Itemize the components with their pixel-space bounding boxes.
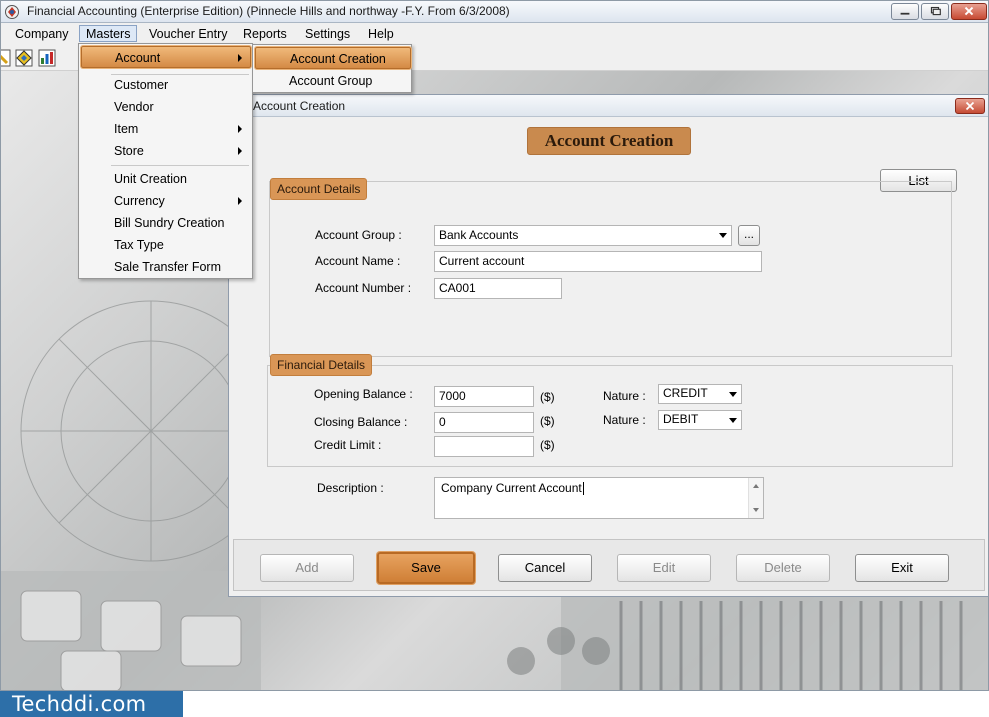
closing-balance-input[interactable]: 0 <box>434 412 534 433</box>
action-button-bar: Add Save Cancel Edit Delete Exit <box>233 539 985 591</box>
child-window-title: Account Creation <box>253 99 346 113</box>
restore-button[interactable] <box>921 3 949 20</box>
chevron-right-icon <box>238 147 242 155</box>
description-textarea[interactable]: Company Current Account <box>434 477 764 519</box>
closing-balance-unit: ($) <box>540 414 555 428</box>
menu-item-vendor[interactable]: Vendor <box>81 96 250 118</box>
account-name-label: Account Name : <box>315 254 401 268</box>
diamond-icon[interactable] <box>15 49 33 67</box>
account-number-input[interactable]: CA001 <box>434 278 562 299</box>
menu-masters[interactable]: Masters <box>79 25 138 42</box>
closing-nature-value: DEBIT <box>663 412 699 426</box>
form-heading: Account Creation <box>527 127 691 155</box>
menu-item-store[interactable]: Store <box>81 140 250 162</box>
financial-details-label: Financial Details <box>270 354 373 376</box>
minimize-button[interactable] <box>891 3 919 20</box>
description-scrollbar[interactable] <box>748 478 763 518</box>
brand-watermark: Techddi.com <box>0 691 183 717</box>
text-caret <box>582 482 584 496</box>
close-icon <box>964 6 974 16</box>
minimize-icon <box>900 12 910 15</box>
browse-account-group-button[interactable]: ... <box>738 225 760 246</box>
description-value: Company Current Account <box>441 481 582 495</box>
account-submenu: Account Creation Account Group <box>252 44 412 93</box>
closing-nature-select[interactable]: DEBIT <box>658 410 742 430</box>
account-group-value: Bank Accounts <box>439 228 519 242</box>
cancel-button[interactable]: Cancel <box>498 554 592 582</box>
menu-help[interactable]: Help <box>362 26 400 43</box>
menu-item-account-group[interactable]: Account Group <box>255 70 411 92</box>
masters-dropdown-menu: Account Customer Vendor Item Store Unit … <box>78 43 253 279</box>
scroll-up-icon <box>753 484 759 488</box>
menu-voucher-entry[interactable]: Voucher Entry <box>143 26 234 43</box>
account-details-label: Account Details <box>270 178 368 200</box>
chevron-right-icon <box>238 197 242 205</box>
save-button[interactable]: Save <box>377 552 475 584</box>
account-group-select[interactable]: Bank Accounts <box>434 225 732 246</box>
menu-item-currency-label: Currency <box>114 194 165 208</box>
credit-limit-label: Credit Limit : <box>314 438 382 452</box>
opening-balance-label: Opening Balance : <box>314 387 413 401</box>
credit-limit-input[interactable] <box>434 436 534 457</box>
chevron-down-icon <box>719 233 727 238</box>
chevron-down-icon <box>729 392 737 397</box>
opening-nature-label: Nature : <box>603 389 646 403</box>
delete-button[interactable]: Delete <box>736 554 830 582</box>
scroll-down-icon <box>753 508 759 512</box>
closing-nature-label: Nature : <box>603 413 646 427</box>
close-icon <box>965 101 975 111</box>
opening-nature-value: CREDIT <box>663 386 708 400</box>
window-title: Financial Accounting (Enterprise Edition… <box>27 4 510 18</box>
account-group-label: Account Group : <box>315 228 402 242</box>
description-label: Description : <box>317 481 384 495</box>
menu-separator <box>111 165 249 166</box>
chevron-right-icon <box>238 54 242 62</box>
menu-reports[interactable]: Reports <box>237 26 293 43</box>
menu-item-customer[interactable]: Customer <box>81 74 250 96</box>
menu-bar: Company Masters Voucher Entry Reports Se… <box>1 23 988 44</box>
menu-item-store-label: Store <box>114 144 144 158</box>
child-close-button[interactable] <box>955 98 985 114</box>
credit-limit-unit: ($) <box>540 438 555 452</box>
edit-button[interactable]: Edit <box>617 554 711 582</box>
partial-icon[interactable] <box>0 49 11 67</box>
menu-settings[interactable]: Settings <box>299 26 356 43</box>
closing-balance-label: Closing Balance : <box>314 415 408 429</box>
app-icon <box>5 5 19 19</box>
menu-item-tax-type[interactable]: Tax Type <box>81 234 250 256</box>
chevron-down-icon <box>729 418 737 423</box>
chevron-right-icon <box>238 125 242 133</box>
opening-balance-input[interactable]: 7000 <box>434 386 534 407</box>
opening-balance-unit: ($) <box>540 390 555 404</box>
account-name-input[interactable]: Current account <box>434 251 762 272</box>
chart-icon[interactable] <box>38 49 56 67</box>
account-creation-window: Account Creation Account Creation List A… <box>228 94 988 597</box>
menu-item-account-label: Account <box>115 51 161 65</box>
opening-nature-select[interactable]: CREDIT <box>658 384 742 404</box>
exit-button[interactable]: Exit <box>855 554 949 582</box>
menu-item-sale-transfer-form[interactable]: Sale Transfer Form <box>81 256 250 278</box>
close-button[interactable] <box>951 3 987 20</box>
main-window: Financial Accounting (Enterprise Edition… <box>0 0 989 691</box>
add-button[interactable]: Add <box>260 554 354 582</box>
title-bar: Financial Accounting (Enterprise Edition… <box>1 1 988 23</box>
menu-item-unit-creation[interactable]: Unit Creation <box>81 168 250 190</box>
menu-item-account-creation[interactable]: Account Creation <box>255 47 411 69</box>
restore-icon <box>930 6 941 16</box>
menu-item-account[interactable]: Account <box>81 46 251 68</box>
child-title-bar: Account Creation <box>229 95 988 117</box>
menu-item-currency[interactable]: Currency <box>81 190 250 212</box>
account-number-label: Account Number : <box>315 281 412 295</box>
menu-company[interactable]: Company <box>9 26 75 43</box>
menu-item-item-label: Item <box>114 122 139 136</box>
menu-item-item[interactable]: Item <box>81 118 250 140</box>
menu-item-bill-sundry-creation[interactable]: Bill Sundry Creation <box>81 212 250 234</box>
